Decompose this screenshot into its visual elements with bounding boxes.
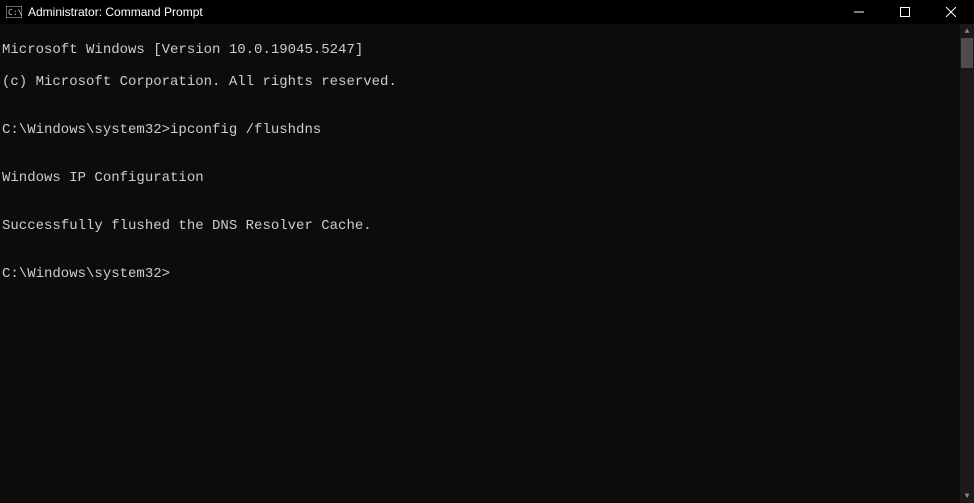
window-controls (836, 0, 974, 24)
terminal-line: C:\Windows\system32>ipconfig /flushdns (2, 122, 960, 138)
window-titlebar: C:\ Administrator: Command Prompt (0, 0, 974, 24)
maximize-button[interactable] (882, 0, 928, 24)
cmd-icon: C:\ (6, 5, 22, 19)
scroll-up-arrow-icon[interactable]: ▲ (960, 24, 974, 38)
terminal-line: Successfully flushed the DNS Resolver Ca… (2, 218, 960, 234)
close-button[interactable] (928, 0, 974, 24)
terminal-line: Windows IP Configuration (2, 170, 960, 186)
terminal-line: Microsoft Windows [Version 10.0.19045.52… (2, 42, 960, 58)
vertical-scrollbar[interactable]: ▲ ▼ (960, 24, 974, 503)
window-title: Administrator: Command Prompt (28, 5, 836, 19)
scrollbar-thumb[interactable] (961, 38, 973, 68)
terminal-line: (c) Microsoft Corporation. All rights re… (2, 74, 960, 90)
scroll-down-arrow-icon[interactable]: ▼ (960, 489, 974, 503)
minimize-button[interactable] (836, 0, 882, 24)
terminal-output[interactable]: Microsoft Windows [Version 10.0.19045.52… (0, 24, 960, 503)
svg-text:C:\: C:\ (8, 8, 22, 17)
terminal-prompt: C:\Windows\system32> (2, 266, 960, 282)
